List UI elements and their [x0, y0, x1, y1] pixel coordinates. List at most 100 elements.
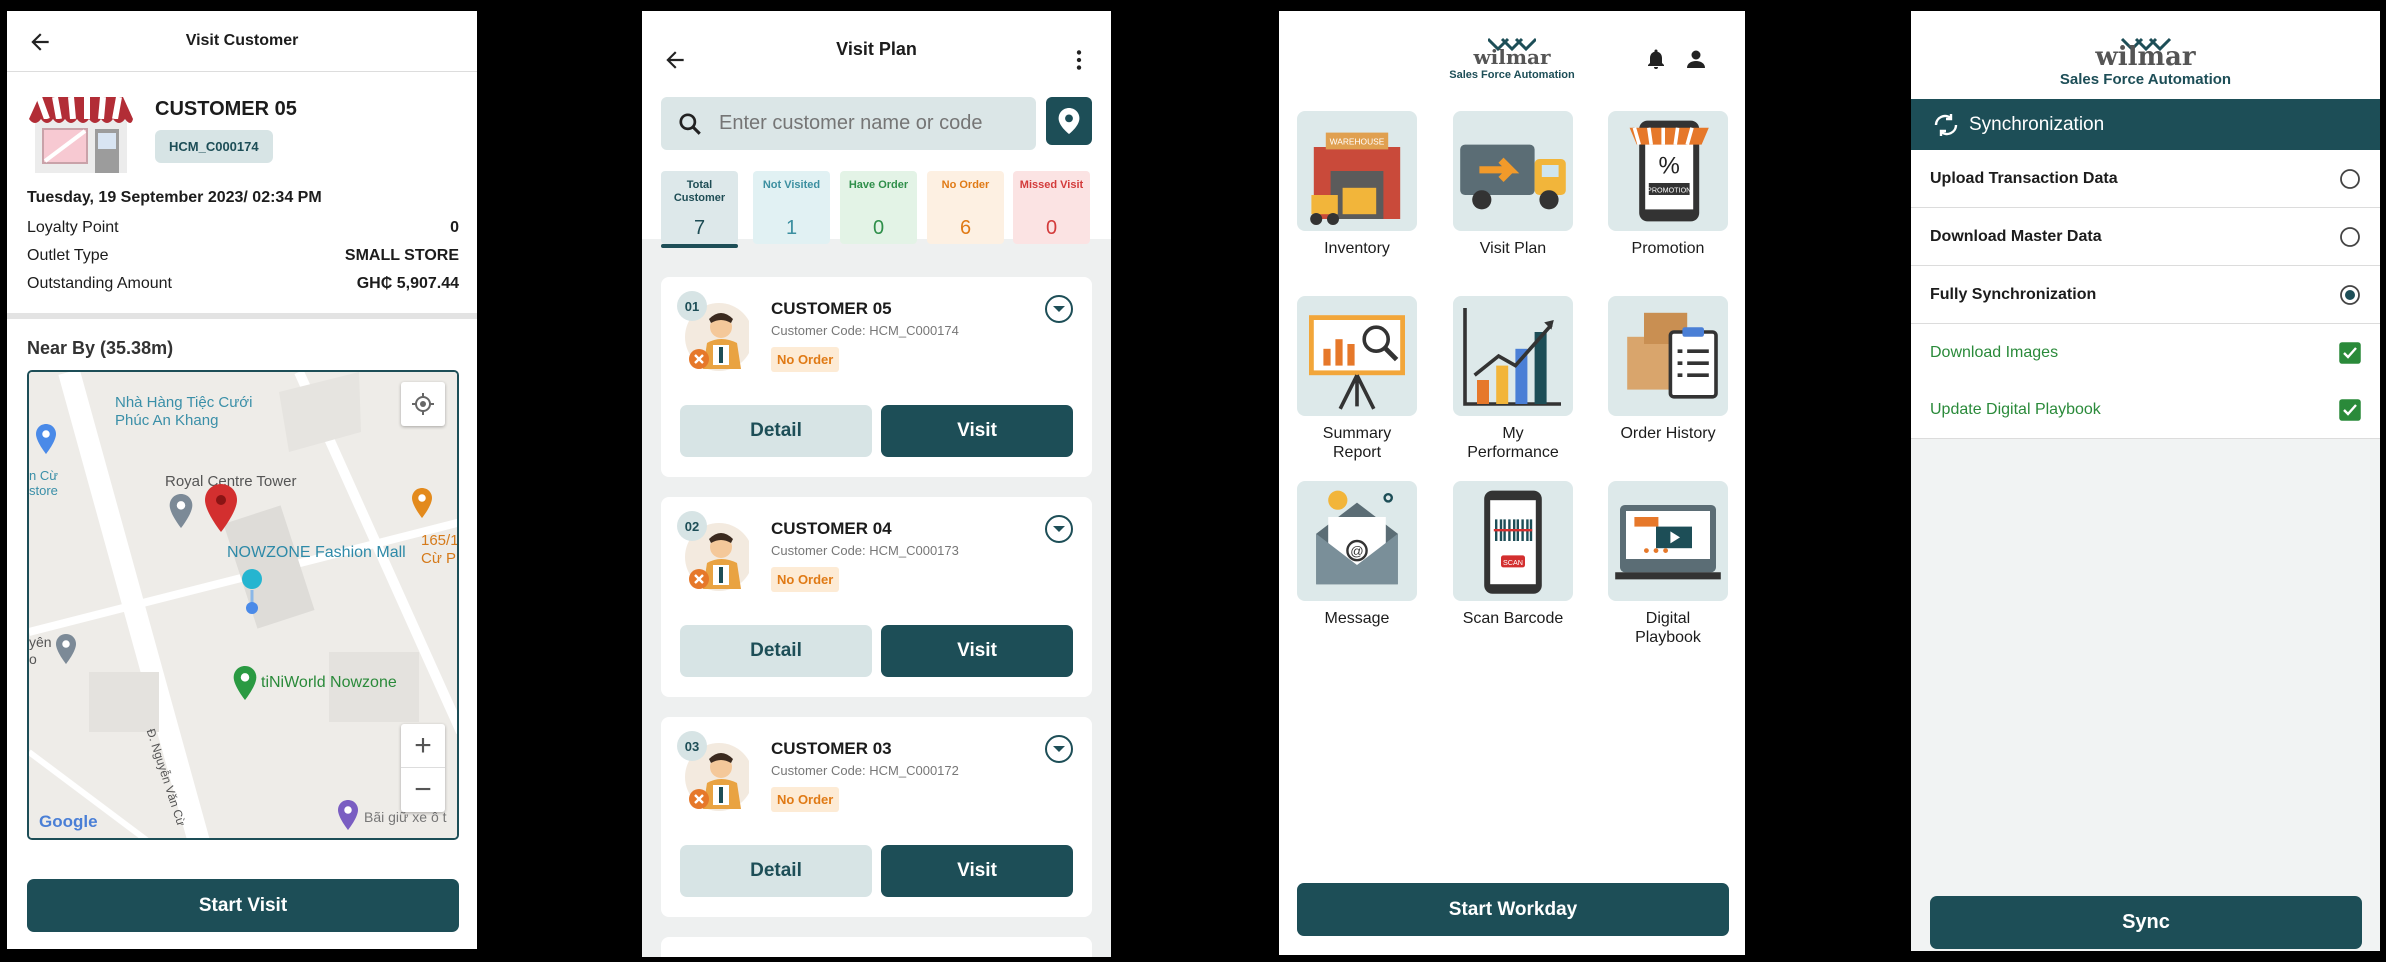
customer-index: 02	[677, 511, 707, 541]
menu-tile-label: Scan Barcode	[1462, 610, 1564, 627]
user-icon[interactable]	[1684, 47, 1708, 71]
search-icon	[679, 113, 701, 135]
detail-button[interactable]: Detail	[680, 625, 872, 677]
performance-chart-icon	[1463, 308, 1561, 406]
start-workday-button[interactable]: Start Workday	[1297, 883, 1729, 936]
back-arrow-icon[interactable]	[27, 29, 53, 55]
stat-no-order[interactable]: No Order 6	[927, 171, 1004, 244]
current-location-icon	[242, 569, 262, 614]
menu-tile-label: Summary Report	[1322, 425, 1392, 461]
customer-code: Customer Code: HCM_C000174	[771, 323, 959, 338]
detail-button[interactable]: Detail	[680, 405, 872, 457]
zoom-out-button[interactable]: −	[401, 768, 445, 812]
menu-tile-visit-plan[interactable]	[1453, 111, 1573, 231]
sync-check-row[interactable]: Update Digital Playbook	[1911, 381, 2380, 439]
radio-button[interactable]	[2339, 168, 2361, 190]
crosshair-icon	[412, 393, 434, 415]
visit-button[interactable]: Visit	[881, 845, 1073, 897]
menu-tile-my-performance[interactable]	[1453, 296, 1573, 416]
stat-value: 0	[872, 217, 885, 239]
order-history-icon	[1627, 312, 1718, 399]
menu-tile-order-history[interactable]	[1608, 296, 1728, 416]
stat-have-order[interactable]: Have Order 0	[840, 171, 917, 244]
chevron-down-icon[interactable]	[1044, 734, 1074, 764]
stat-label: No Order	[941, 179, 990, 191]
brand-logo: wilmar Sales Force Automation	[1911, 11, 2380, 99]
sync-button[interactable]: Sync	[1930, 896, 2362, 949]
search-input[interactable]	[719, 112, 1019, 135]
summary-report-icon	[1309, 315, 1405, 410]
customer-card	[661, 937, 1092, 957]
menu-tile-message[interactable]: @	[1297, 481, 1417, 601]
sync-check-label: Update Digital Playbook	[1930, 400, 2101, 418]
info-label: Outstanding Amount	[27, 275, 172, 292]
menu-tile-label: Order History	[1620, 425, 1716, 442]
menu-tile-summary-report[interactable]	[1297, 296, 1417, 416]
google-logo: Google	[39, 812, 98, 831]
svg-text:@: @	[1350, 543, 1363, 558]
my-location-button[interactable]	[401, 382, 445, 426]
sync-icon	[1934, 113, 1958, 136]
chevron-down-icon[interactable]	[1044, 294, 1074, 324]
menu-tile-label: Message	[1324, 610, 1390, 627]
svg-text:WAREHOUSE: WAREHOUSE	[1330, 137, 1385, 147]
menu-tile-inventory[interactable]: WAREHOUSE	[1297, 111, 1417, 231]
more-vertical-icon[interactable]	[1066, 47, 1092, 73]
brand-subtitle: Sales Force Automation	[1449, 69, 1575, 81]
chevron-down-icon[interactable]	[1044, 514, 1074, 544]
svg-text:%: %	[1659, 152, 1680, 179]
back-arrow-icon[interactable]	[662, 47, 688, 73]
stat-label: Total Customer	[673, 179, 726, 204]
sync-option-label: Upload Transaction Data	[1930, 169, 2118, 187]
salesman-avatar-icon: 03	[677, 731, 749, 811]
map-location-button[interactable]	[1046, 97, 1092, 145]
digital-playbook-icon	[1615, 505, 1721, 580]
delivery-truck-icon	[1460, 144, 1566, 210]
header: Visit Customer	[7, 11, 477, 72]
map-pin-icon	[1058, 108, 1080, 134]
sync-option-row[interactable]: Download Master Data	[1911, 208, 2380, 266]
menu-tile-scan-barcode[interactable]: SCAN	[1453, 481, 1573, 601]
sync-option-row[interactable]: Upload Transaction Data	[1911, 150, 2380, 208]
customer-code: Customer Code: HCM_C000173	[771, 543, 959, 558]
stat-label: Missed Visit	[1019, 179, 1084, 191]
detail-button[interactable]: Detail	[680, 845, 872, 897]
bell-icon[interactable]	[1644, 47, 1668, 71]
start-visit-button[interactable]: Start Visit	[27, 879, 459, 932]
location-pin-icon	[205, 484, 237, 532]
brand-logo: wilmar Sales Force Automation	[1279, 37, 1745, 81]
home-screen: wilmar Sales Force Automation WAREHOUSE I…	[1279, 11, 1745, 955]
salesman-avatar-icon: 02	[677, 511, 749, 591]
checkbox[interactable]	[2339, 341, 2361, 364]
search-bar[interactable]	[661, 97, 1036, 150]
sync-option-row[interactable]: Fully Synchronization	[1911, 266, 2380, 324]
radio-button[interactable]	[2339, 284, 2361, 306]
stat-missed-visit[interactable]: Missed Visit 0	[1013, 171, 1090, 244]
info-row-outstanding: Outstanding Amount GH₵ 5,907.44	[27, 270, 459, 298]
sync-screen: wilmar Sales Force Automation Synchroniz…	[1911, 11, 2380, 951]
customer-index: 01	[677, 291, 707, 321]
info-row-loyalty: Loyalty Point 0	[27, 214, 459, 242]
nearby-distance: Near By (35.38m)	[27, 338, 174, 358]
sync-check-row[interactable]: Download Images	[1911, 324, 2380, 382]
visit-button[interactable]: Visit	[881, 405, 1073, 457]
stat-not-visited[interactable]: Not Visited 1	[753, 171, 830, 244]
info-row-outlet-type: Outlet Type SMALL STORE	[27, 242, 459, 270]
info-label: Outlet Type	[27, 247, 109, 264]
poi-pin-icon	[36, 424, 56, 454]
stat-total-customer[interactable]: Total Customer 7	[661, 171, 738, 248]
menu-tile-digital-playbook[interactable]	[1608, 481, 1728, 601]
status-badge: No Order	[771, 787, 840, 812]
header: Visit Plan	[642, 11, 1111, 87]
scan-barcode-icon: SCAN	[1484, 490, 1542, 594]
menu-tile-promotion[interactable]: % PROMOTION	[1608, 111, 1728, 231]
visit-customer-screen: Visit Customer CUSTOMER 05 HCM_C000174 T…	[7, 11, 477, 949]
zoom-controls: + −	[401, 724, 445, 812]
customer-card: 01 CUSTOMER 05 Customer Code: HCM_C000174 N…	[661, 277, 1092, 477]
map-view[interactable]: Nhà Hàng Tiệc Cưới Phúc An Khang Royal C…	[27, 370, 459, 840]
radio-button[interactable]	[2339, 226, 2361, 248]
checkbox[interactable]	[2339, 398, 2361, 421]
zoom-in-button[interactable]: +	[401, 724, 445, 768]
stat-value: 6	[959, 217, 972, 239]
visit-button[interactable]: Visit	[881, 625, 1073, 677]
